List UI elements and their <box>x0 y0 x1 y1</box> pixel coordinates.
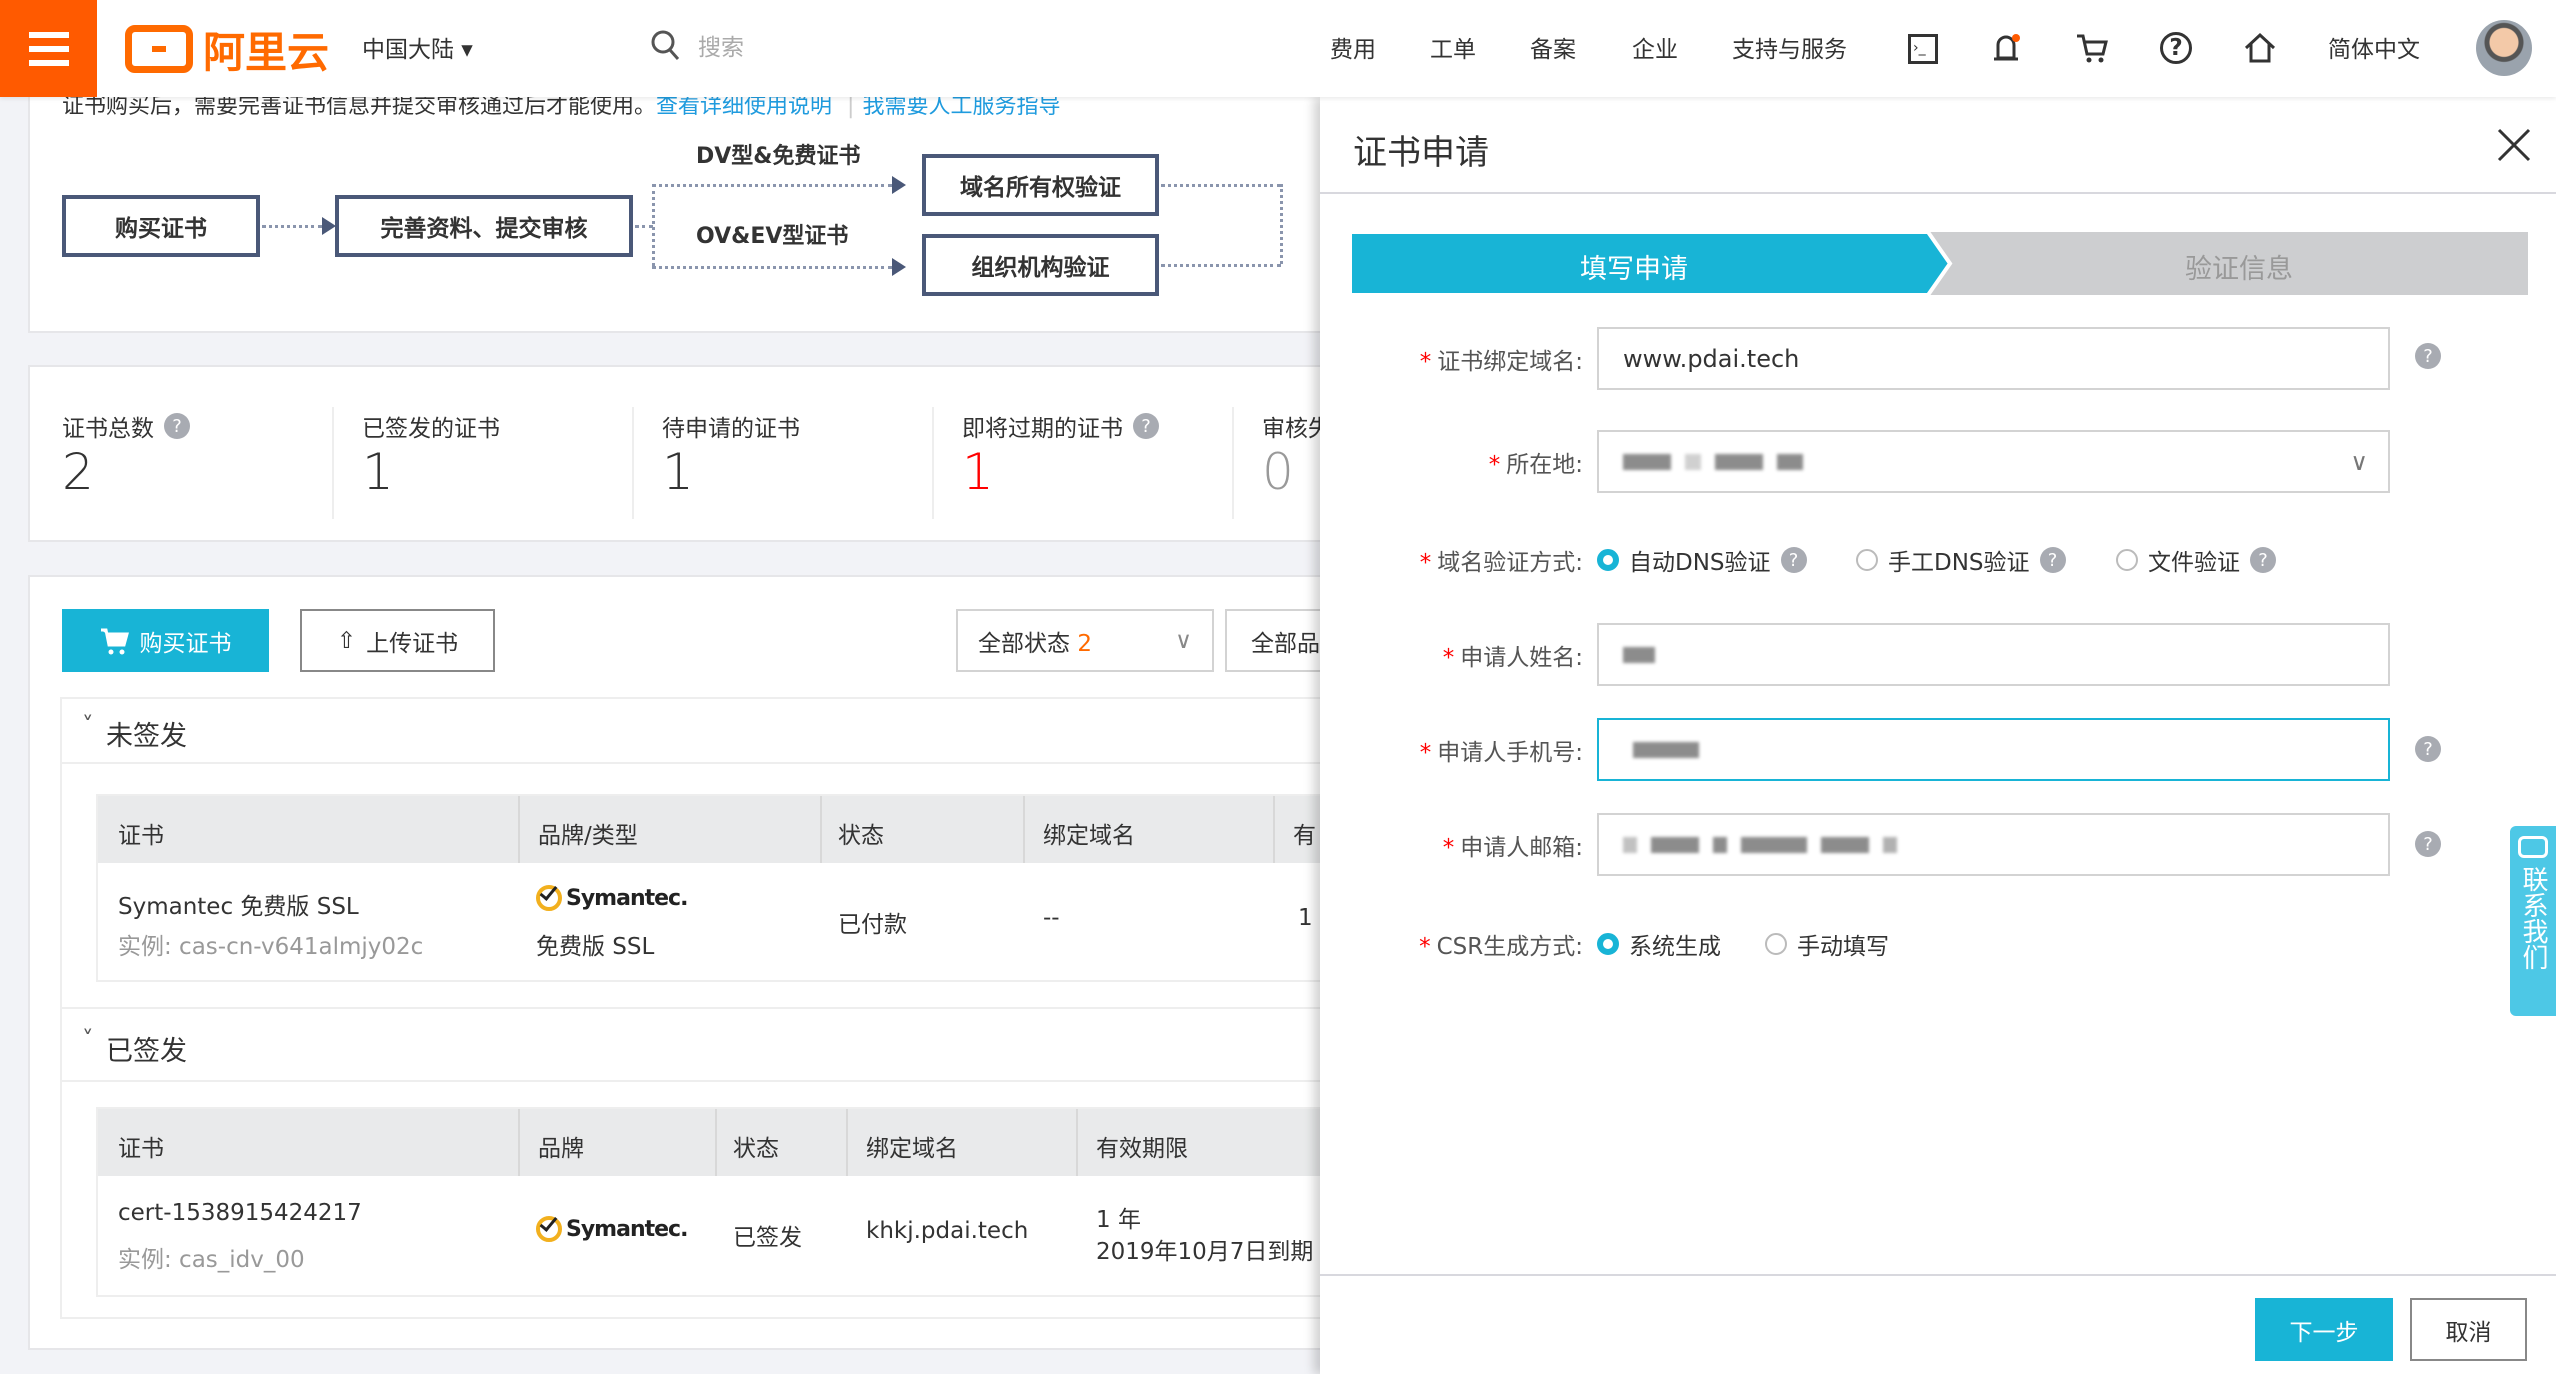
csr-label: *CSR生成方式: <box>1419 927 1583 961</box>
chevron-down-icon: ∨ <box>2350 448 2368 476</box>
buy-certificate-button[interactable]: 购买证书 <box>62 609 269 672</box>
step-fill-application: 填写申请 <box>1580 247 1688 286</box>
language-selector[interactable]: 简体中文 <box>2328 30 2420 64</box>
dv-label: DV型&免费证书 <box>696 138 860 170</box>
domain-label: *证书绑定域名: <box>1420 342 1583 376</box>
radio-auto-dns[interactable]: 自动DNS验证? <box>1597 543 1807 577</box>
section-issued-header[interactable]: ˅ 已签发 <box>62 1007 1352 1082</box>
terminal-icon[interactable]: ›_ <box>1908 34 1938 64</box>
nav-enterprise[interactable]: 企业 <box>1632 30 1678 64</box>
help-icon[interactable]: ? <box>2415 831 2441 857</box>
avatar[interactable] <box>2476 20 2532 76</box>
aliyun-logo[interactable]: 阿里云 <box>125 22 329 76</box>
close-icon[interactable] <box>2496 127 2532 163</box>
location-label: *所在地: <box>1489 445 1583 479</box>
process-card: 证书购买后，需要完善证书信息并提交审核通过后才能使用。查看详细使用说明 |我需要… <box>28 80 1348 333</box>
nav-icp[interactable]: 备案 <box>1530 30 1576 64</box>
bell-icon[interactable] <box>1990 30 2022 66</box>
help-icon[interactable]: ? <box>2040 547 2066 573</box>
help-icon[interactable]: ? <box>2415 736 2441 762</box>
help-icon[interactable]: ? <box>164 413 190 439</box>
usage-guide-link[interactable]: 查看详细使用说明 <box>656 94 832 119</box>
flow-step-submit: 完善资料、提交审核 <box>335 195 633 257</box>
cart-icon <box>100 627 130 655</box>
nav-billing[interactable]: 费用 <box>1330 30 1376 64</box>
stat-total: 证书总数?2 <box>62 409 190 501</box>
radio-file-verify[interactable]: 文件验证? <box>2116 543 2276 577</box>
radio-manual-dns[interactable]: 手工DNS验证? <box>1856 543 2066 577</box>
help-icon[interactable]: ? <box>2160 32 2192 64</box>
drawer-title: 证书申请 <box>1353 125 1489 174</box>
radio-csr-manual[interactable]: 手动填写 <box>1765 927 1889 961</box>
chat-icon <box>2518 836 2548 858</box>
status-filter-select[interactable]: 全部状态 2∨ <box>956 609 1214 672</box>
cancel-button[interactable]: 取消 <box>2410 1298 2527 1361</box>
menu-button[interactable] <box>0 0 97 97</box>
table-row[interactable]: cert-1538915424217 实例: cas_idv_00 Symant… <box>98 1176 1354 1296</box>
search-box[interactable]: 搜索 <box>650 28 744 62</box>
nav-tickets[interactable]: 工单 <box>1430 30 1476 64</box>
search-icon <box>650 29 680 61</box>
issued-table: 证书 品牌 状态 绑定域名 有效期限 cert-1538915424217 实例… <box>96 1107 1352 1297</box>
table-row[interactable]: Symantec 免费版 SSL 实例: cas-cn-v641almjy02c… <box>98 863 1354 981</box>
manual-service-link[interactable]: 我需要人工服务指导 <box>862 94 1060 119</box>
help-icon[interactable]: ? <box>1781 547 1807 573</box>
ov-label: OV&EV型证书 <box>696 218 848 250</box>
cart-icon[interactable] <box>2075 32 2109 64</box>
logo-bracket-icon <box>125 25 193 73</box>
upload-certificate-button[interactable]: ⇧上传证书 <box>300 609 495 672</box>
help-icon[interactable]: ? <box>2415 343 2441 369</box>
domain-input[interactable]: www.pdai.tech <box>1597 327 2390 390</box>
phone-label: *申请人手机号: <box>1420 733 1583 767</box>
chevron-down-icon: ∨ <box>1175 628 1192 654</box>
region-selector[interactable]: 中国大陆 ▾ <box>362 30 473 64</box>
step-verify-info: 验证信息 <box>2185 247 2293 286</box>
name-input[interactable] <box>1597 623 2390 686</box>
stat-issued: 已签发的证书1 <box>362 409 500 501</box>
location-select[interactable]: ∨ <box>1597 430 2390 493</box>
radio-csr-system[interactable]: 系统生成 <box>1597 927 1721 961</box>
contact-us-tab[interactable]: 联系我们 <box>2510 826 2556 1016</box>
upload-icon: ⇧ <box>337 628 356 654</box>
stats-card: 证书总数?2 已签发的证书1 待申请的证书1 即将过期的证书?1 审核失0 <box>28 365 1348 542</box>
arrow-icon <box>322 217 336 235</box>
nav-support[interactable]: 支持与服务 <box>1732 30 1847 64</box>
email-label: *申请人邮箱: <box>1443 828 1583 862</box>
symantec-logo: Symantec. <box>536 885 687 911</box>
certificate-list-card: 购买证书 ⇧上传证书 全部状态 2∨ 全部品 ˅ 未签发 证书 品牌/类型 状态… <box>28 575 1348 1350</box>
name-label: *申请人姓名: <box>1443 638 1583 672</box>
steps <box>1350 232 2528 295</box>
verify-method-label: *域名验证方式: <box>1420 543 1583 577</box>
stat-expiring: 即将过期的证书?1 <box>962 409 1159 501</box>
symantec-logo: Symantec. <box>536 1216 687 1242</box>
home-icon[interactable] <box>2243 32 2277 64</box>
help-icon[interactable]: ? <box>2250 547 2276 573</box>
flow-step-buy: 购买证书 <box>62 195 260 257</box>
section-unissued-header[interactable]: ˅ 未签发 <box>62 699 1352 764</box>
next-step-button[interactable]: 下一步 <box>2255 1298 2393 1361</box>
unissued-table: 证书 品牌/类型 状态 绑定域名 有 Symantec 免费版 SSL 实例: … <box>96 794 1352 982</box>
help-icon[interactable]: ? <box>1133 413 1159 439</box>
phone-input[interactable] <box>1597 718 2390 781</box>
chevron-down-icon: ˅ <box>82 1027 94 1053</box>
sections: ˅ 未签发 证书 品牌/类型 状态 绑定域名 有 Symantec 免费版 SS… <box>60 697 1350 1319</box>
menu-icon <box>29 32 69 38</box>
top-bar: 阿里云 中国大陆 ▾ 搜索 费用 工单 备案 企业 支持与服务 ›_ ? 简体中… <box>0 0 2556 97</box>
flow-step-org-verify: 组织机构验证 <box>922 234 1159 296</box>
flow-step-domain-verify: 域名所有权验证 <box>922 154 1159 216</box>
chevron-down-icon: ˅ <box>82 713 94 739</box>
certificate-apply-drawer: 证书申请 填写申请 验证信息 *证书绑定域名: www.pdai.tech ? … <box>1320 97 2556 1374</box>
stat-pending: 待申请的证书1 <box>662 409 800 501</box>
email-input[interactable] <box>1597 813 2390 876</box>
